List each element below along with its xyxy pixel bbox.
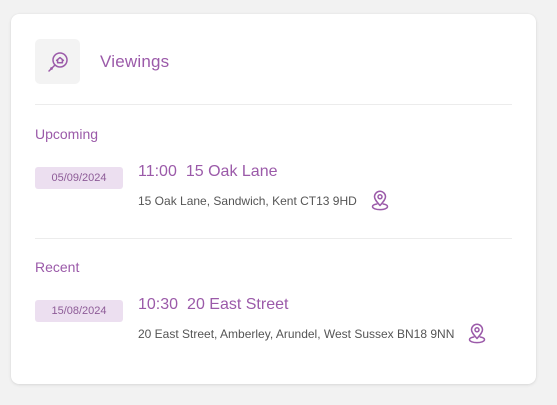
divider <box>35 104 512 105</box>
viewing-time: 11:00 <box>138 163 177 180</box>
location-pin-icon[interactable] <box>467 323 487 344</box>
viewing-time: 10:30 <box>138 296 179 313</box>
date-badge: 05/09/2024 <box>35 167 123 189</box>
location-pin-icon[interactable] <box>370 190 390 211</box>
viewing-address-row: 20 East Street, Amberley, Arundel, West … <box>138 323 487 344</box>
viewing-heading: 11:00 15 Oak Lane <box>138 163 277 181</box>
section-title-upcoming: Upcoming <box>35 126 99 142</box>
viewings-card: Viewings Upcoming 05/09/2024 11:00 15 Oak… <box>11 14 536 384</box>
card-title: Viewings <box>100 51 170 71</box>
viewing-address: 15 Oak Lane, Sandwich, Kent CT13 9HD <box>138 193 357 208</box>
section-title-recent: Recent <box>35 259 80 275</box>
viewing-street: 15 Oak Lane <box>185 163 278 180</box>
house-search-icon <box>35 39 80 84</box>
viewing-street: 20 East Street <box>187 296 289 313</box>
viewing-item[interactable]: 15/08/2024 10:30 20 East Street 20 East S… <box>35 296 512 344</box>
divider <box>35 238 512 239</box>
card-header: Viewings <box>35 39 169 84</box>
viewing-item[interactable]: 05/09/2024 11:00 15 Oak Lane 15 Oak Lane,… <box>35 163 512 211</box>
viewing-address-row: 15 Oak Lane, Sandwich, Kent CT13 9HD <box>138 190 390 211</box>
viewing-address: 20 East Street, Amberley, Arundel, West … <box>138 326 455 341</box>
viewing-heading: 10:30 20 East Street <box>138 296 288 314</box>
date-badge: 15/08/2024 <box>35 300 123 322</box>
